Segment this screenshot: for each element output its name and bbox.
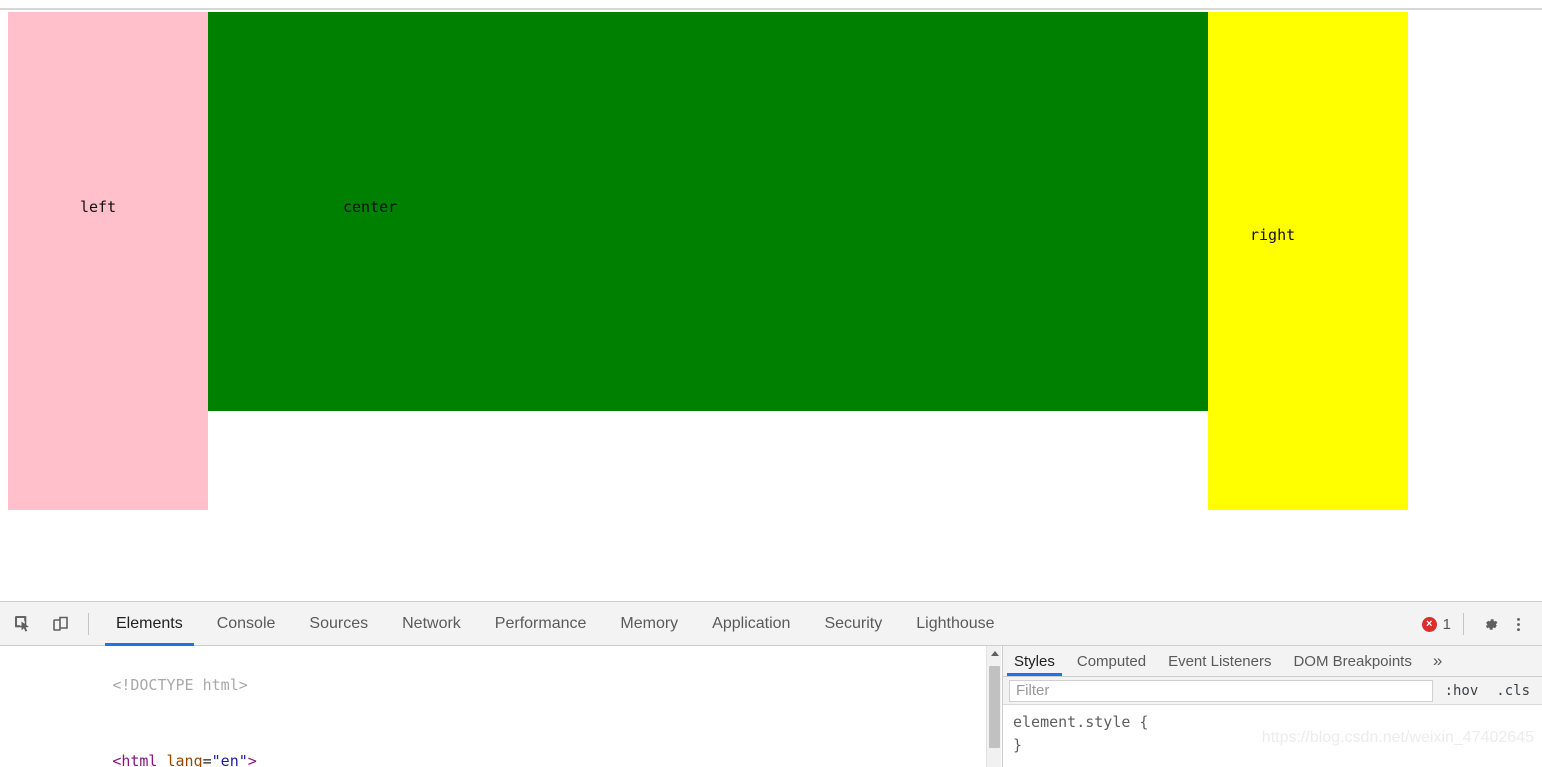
tab-network-label: Network [402,614,461,632]
dom-line-doctype[interactable]: <!DOCTYPE html> [0,647,986,724]
center-box: center [208,12,1208,411]
tab-sources[interactable]: Sources [292,602,385,646]
tab-network[interactable]: Network [385,602,478,646]
html-open-bracket: < [112,752,122,767]
styles-sidebar: Styles Computed Event Listeners DOM Brea… [1002,646,1542,767]
cls-toggle-label: .cls [1496,682,1530,699]
hov-toggle-button[interactable]: :hov [1439,681,1485,701]
dom-line-html[interactable]: <html lang="en"> [0,724,986,767]
right-box-label: right [1250,226,1296,244]
tab-elements[interactable]: Elements [99,602,200,646]
tab-security[interactable]: Security [807,602,899,646]
tab-console-label: Console [216,614,276,632]
error-count: 1 [1442,615,1451,633]
left-box-label: left [80,198,117,216]
tab-lighthouse[interactable]: Lighthouse [899,602,1011,646]
styles-tab-computed[interactable]: Computed [1066,646,1157,676]
devtools-panel: Elements Console Sources Network Perform… [0,601,1542,767]
kebab-menu-icon[interactable] [1504,610,1532,638]
styles-tab-bar: Styles Computed Event Listeners DOM Brea… [1003,646,1542,677]
tab-security-label: Security [824,614,883,632]
tab-application-label: Application [712,614,791,632]
toolbar-actions-divider [1463,613,1464,635]
error-badge[interactable]: × 1 [1421,615,1451,633]
styles-tab-styles-label: Styles [1014,652,1055,670]
styles-filter-input[interactable] [1009,679,1433,702]
styles-tabs-overflow-label: » [1432,651,1443,670]
hov-toggle-label: :hov [1444,682,1479,699]
element-style-rule-open[interactable]: element.style { [1013,711,1542,734]
tab-console[interactable]: Console [200,602,293,646]
tab-performance[interactable]: Performance [478,602,604,646]
toolbar-actions: × 1 [1421,602,1532,646]
tab-application[interactable]: Application [695,602,807,646]
devtools-tab-bar: Elements Console Sources Network Perform… [99,602,1012,646]
tab-memory[interactable]: Memory [603,602,695,646]
tab-performance-label: Performance [494,614,587,632]
scroll-up-arrow-icon[interactable] [987,646,1002,661]
page-top-divider [0,8,1542,10]
html-attr-value: "en" [211,752,248,767]
left-box: left [8,12,208,510]
styles-tab-dom-breakpoints-label: DOM Breakpoints [1293,652,1412,670]
tab-elements-label: Elements [116,614,183,632]
styles-tab-styles[interactable]: Styles [1003,646,1066,676]
gear-icon[interactable] [1476,610,1504,638]
dom-tree[interactable]: <!DOCTYPE html> <html lang="en"> <head>…… [0,646,986,767]
html-space [157,752,166,767]
styles-tab-event-listeners-label: Event Listeners [1168,652,1272,670]
inspect-element-icon[interactable] [8,609,38,639]
screen: left center right Elements Console Sourc… [0,0,1542,767]
styles-tab-dom-breakpoints[interactable]: DOM Breakpoints [1282,646,1422,676]
html-attr-eq: = [202,752,212,767]
element-style-rule-close[interactable]: } [1013,734,1542,757]
styles-tabs-overflow-icon[interactable]: » [1423,646,1452,676]
device-toolbar-icon[interactable] [46,609,76,639]
scrollbar-thumb[interactable] [989,666,1000,748]
tab-memory-label: Memory [620,614,679,632]
devtools-toolbar: Elements Console Sources Network Perform… [0,602,1542,646]
doctype-text: <!DOCTYPE html> [112,675,248,694]
html-close-bracket: > [247,752,257,767]
tab-lighthouse-label: Lighthouse [916,614,995,632]
html-attr-name: lang [166,752,203,767]
styles-tab-computed-label: Computed [1076,652,1147,670]
tab-sources-label: Sources [309,614,369,632]
cls-toggle-button[interactable]: .cls [1490,681,1536,701]
styles-tab-event-listeners[interactable]: Event Listeners [1157,646,1282,676]
dom-tree-scrollbar[interactable] [986,646,1001,767]
html-tag-name: html [121,752,158,767]
right-box: right [1208,12,1408,510]
styles-filter-row: :hov .cls [1003,677,1542,705]
center-box-label: center [343,198,398,216]
toolbar-divider [88,612,89,635]
styles-rules-list: element.style { } [1003,705,1542,757]
devtools-body: <!DOCTYPE html> <html lang="en"> <head>…… [0,646,1542,767]
page-viewport: left center right [0,0,1542,601]
error-icon: × [1421,616,1437,632]
